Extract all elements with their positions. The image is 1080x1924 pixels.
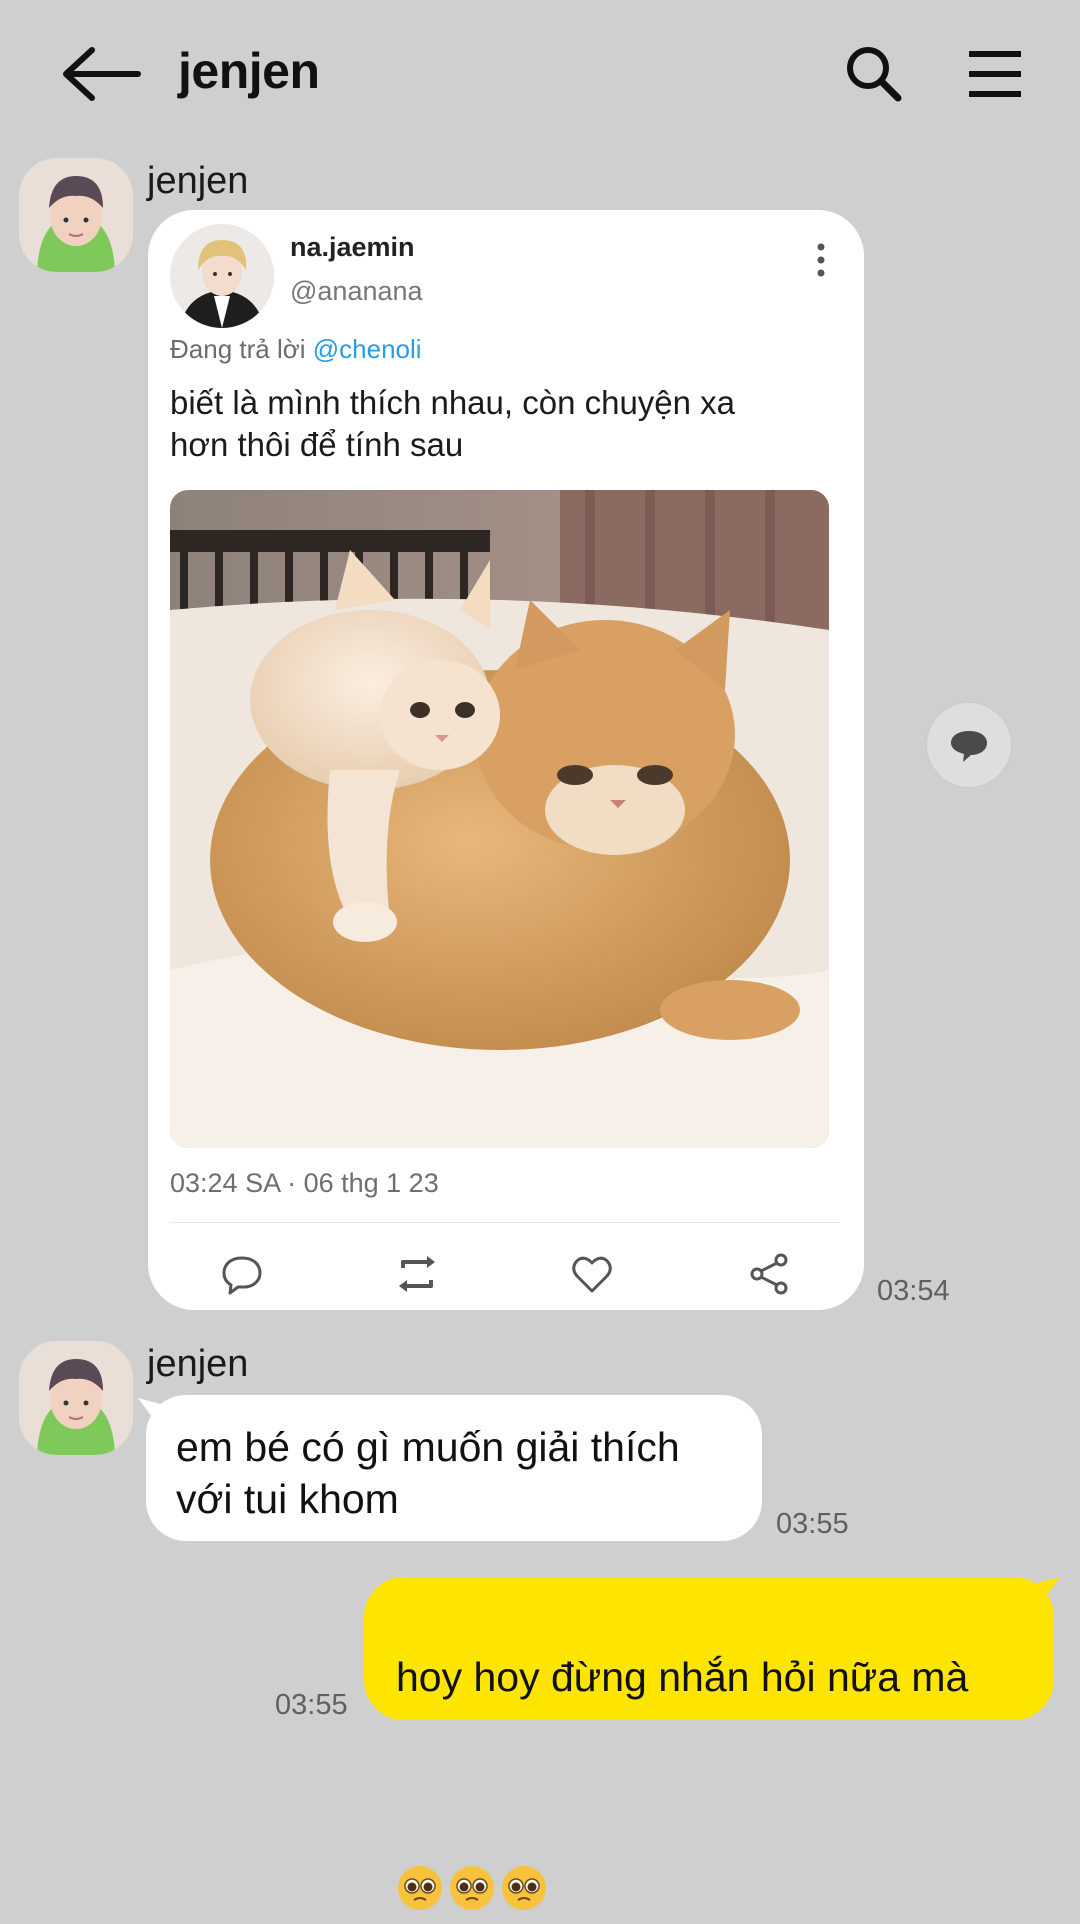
pleading-face-emoji [500, 1812, 548, 1911]
search-icon[interactable] [844, 44, 904, 104]
back-arrow-icon[interactable] [58, 44, 148, 104]
avatar[interactable] [19, 158, 133, 272]
hamburger-menu-icon[interactable] [965, 48, 1025, 100]
reply-prefix: Đang trả lời [170, 334, 313, 364]
emoji-row [396, 1755, 968, 1911]
tweet-text-line: hơn thôi để tính sau [170, 426, 464, 463]
message-time: 03:55 [275, 1689, 348, 1721]
message-text: em bé có gì muốn giải thích với tui khom [176, 1421, 680, 1525]
tweet-text: biết là mình thích nhau, còn chuyện xa h… [170, 382, 810, 466]
chat-title: jenjen [178, 43, 320, 99]
like-icon[interactable] [568, 1250, 616, 1298]
tweet-text-line: biết là mình thích nhau, còn chuyện xa [170, 384, 736, 421]
sender-name: jenjen [147, 160, 249, 202]
tweet-author-name[interactable]: na.jaemin [290, 232, 415, 263]
message-text: hoy hoy đừng nhắn hỏi nữa mà [396, 1599, 968, 1912]
message-time: 03:54 [877, 1275, 950, 1307]
message-text-line: với tui khom [176, 1476, 399, 1522]
message-text-line: hoy hoy đừng nhắn hỏi nữa mà [396, 1654, 969, 1700]
comment-button[interactable] [926, 702, 1012, 788]
pleading-face-emoji [396, 1812, 444, 1911]
tweet-author-avatar[interactable] [170, 224, 274, 328]
my-message-bubble[interactable]: hoy hoy đừng nhắn hỏi nữa mà [364, 1577, 1054, 1911]
avatar[interactable] [19, 1341, 133, 1455]
message-bubble[interactable]: em bé có gì muốn giải thích với tui khom [146, 1395, 762, 1541]
message-text-line: em bé có gì muốn giải thích [176, 1424, 680, 1470]
sender-name: jenjen [147, 1343, 249, 1385]
more-options-icon[interactable] [811, 242, 831, 278]
reply-icon[interactable] [218, 1250, 266, 1298]
mention-link[interactable]: @chenoli [313, 334, 422, 364]
tweet-author-handle: @ananana [290, 276, 423, 306]
tweet-timestamp: 03:24 SA · 06 thg 1 23 [170, 1168, 439, 1198]
retweet-icon[interactable] [393, 1250, 441, 1298]
tweet-card[interactable]: na.jaemin @ananana Đang trả lời @chenoli… [148, 210, 864, 1310]
pleading-face-emoji [448, 1812, 496, 1911]
share-icon[interactable] [745, 1250, 793, 1298]
tweet-photo[interactable] [170, 490, 829, 1148]
message-time: 03:55 [776, 1508, 849, 1540]
divider [170, 1222, 840, 1223]
reply-context: Đang trả lời @chenoli [170, 334, 422, 365]
